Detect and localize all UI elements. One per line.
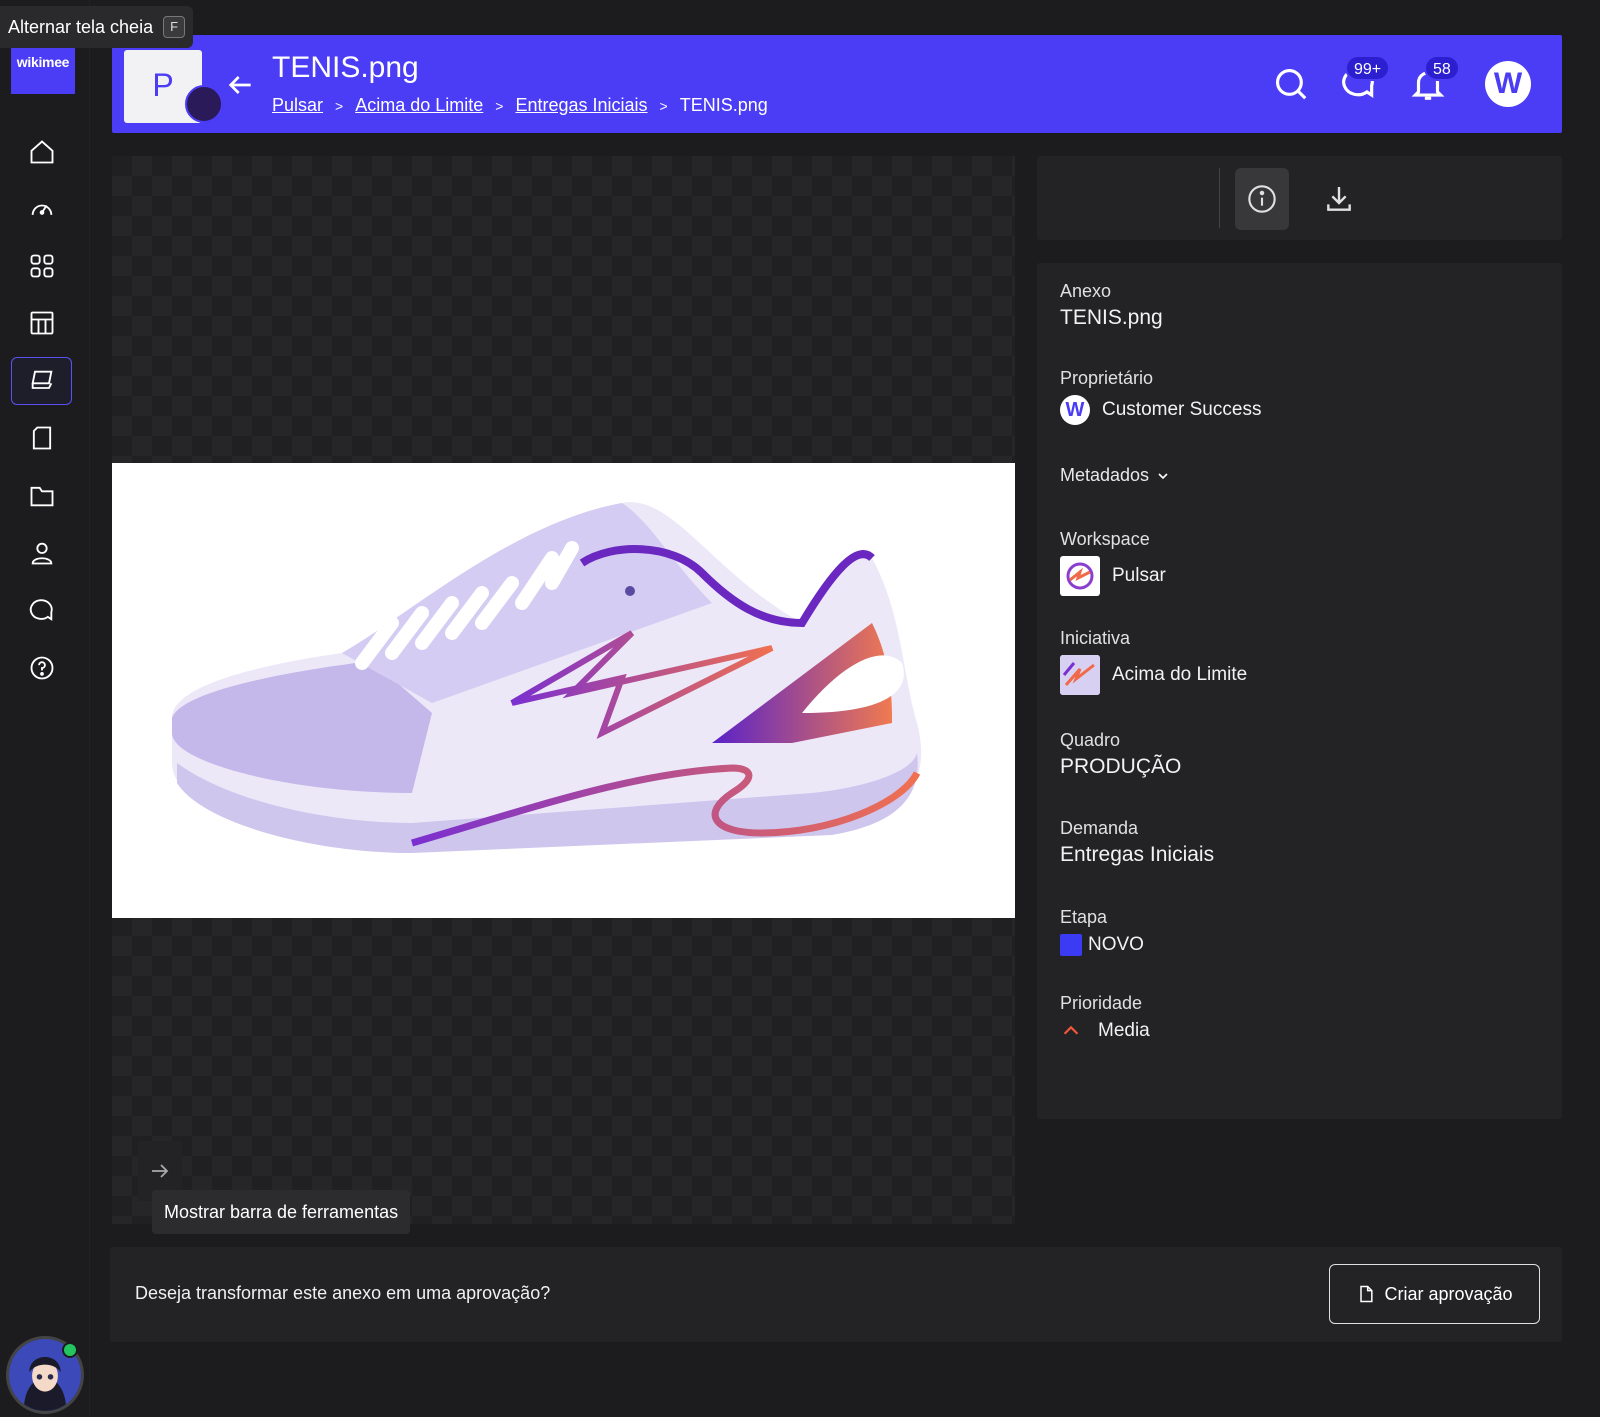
initiative-thumbnail	[1060, 655, 1100, 695]
sidebar-item-chat[interactable]	[11, 587, 72, 635]
field-label: Proprietário	[1060, 368, 1154, 388]
priority-value: Media	[1098, 1020, 1150, 1041]
sidebar-item-document[interactable]	[11, 414, 72, 462]
arrow-right-icon	[152, 1164, 169, 1178]
priority-chevron-up-icon	[1063, 1025, 1079, 1035]
breadcrumb-link-workspace[interactable]: Pulsar	[272, 95, 323, 116]
show-toolbar-tooltip: Mostrar barra de ferramentas	[152, 1190, 411, 1234]
chat-count-badge: 99+	[1345, 55, 1391, 81]
actions-divider	[1219, 168, 1220, 228]
fullscreen-tooltip-label: Alternar tela cheia	[8, 16, 154, 37]
stage-name: NOVO	[1088, 934, 1144, 955]
field-label: Workspace	[1060, 529, 1150, 549]
field-stage: Etapa NOVO	[1060, 907, 1144, 956]
layout-icon	[30, 311, 53, 335]
breadcrumb-chevron-icon: >	[659, 97, 668, 114]
organization-badge-icon	[185, 85, 223, 123]
attachment-image[interactable]	[112, 463, 1015, 918]
field-label: Quadro	[1060, 730, 1121, 750]
details-actions-bar	[1037, 156, 1562, 240]
sidebar: wikimee	[0, 0, 90, 1417]
download-icon	[1327, 187, 1351, 211]
owner-avatar: W	[1060, 395, 1090, 425]
attachment-name: TENIS.png	[1060, 306, 1163, 329]
cards-icon	[31, 370, 52, 389]
chevron-down-icon	[1158, 472, 1168, 479]
board-name: PRODUÇÃO	[1060, 755, 1182, 778]
approval-bar: Deseja transformar este anexo em uma apr…	[110, 1247, 1562, 1342]
sidebar-item-user[interactable]	[11, 529, 72, 577]
document-icon	[1360, 1285, 1374, 1303]
breadcrumb-link-demand[interactable]: Entregas Iniciais	[515, 95, 647, 116]
sidebar-item-help[interactable]	[11, 644, 72, 692]
sidebar-item-dashboard[interactable]	[11, 185, 72, 233]
demand-name: Entregas Iniciais	[1060, 843, 1215, 866]
create-approval-label: Criar aprovação	[1384, 1283, 1513, 1304]
field-label: Iniciativa	[1060, 628, 1131, 648]
field-label: Demanda	[1060, 818, 1139, 838]
breadcrumb: Pulsar > Acima do Limite > Entregas Inic…	[272, 95, 768, 116]
field-label: Anexo	[1060, 281, 1112, 301]
header-user-avatar[interactable]: W	[1485, 61, 1531, 107]
sidebar-item-folder[interactable]	[11, 472, 72, 520]
info-button[interactable]	[1235, 168, 1289, 230]
breadcrumb-chevron-icon: >	[495, 97, 504, 114]
dashboard-icon	[31, 204, 52, 215]
page-title: TENIS.png	[272, 51, 419, 84]
sidebar-item-cards[interactable]	[11, 357, 72, 405]
field-label: Prioridade	[1060, 993, 1143, 1013]
sidebar-item-home[interactable]	[11, 128, 72, 176]
owner-name[interactable]: Customer Success	[1102, 399, 1261, 421]
create-approval-button[interactable]: Criar aprovação	[1329, 1264, 1540, 1324]
fullscreen-tooltip: Alternar tela cheia F	[0, 6, 194, 48]
field-workspace: Workspace Pulsar	[1060, 529, 1166, 596]
stage-color-swatch	[1060, 934, 1082, 956]
approval-question: Deseja transformar este anexo em uma apr…	[135, 1283, 551, 1303]
breadcrumb-current: TENIS.png	[679, 95, 768, 115]
metadata-label: Metadados	[1060, 465, 1150, 485]
field-board: Quadro PRODUÇÃO	[1060, 730, 1181, 779]
chat-icon	[29, 599, 53, 621]
attachment-details-panel: Anexo TENIS.png Proprietário W Customer …	[1037, 263, 1562, 1119]
workspace-name[interactable]: Pulsar	[1112, 565, 1166, 587]
initiative-name[interactable]: Acima do Limite	[1112, 664, 1247, 686]
search-icon[interactable]	[1272, 65, 1310, 103]
online-status-dot	[62, 1342, 78, 1358]
sidebar-item-grid[interactable]	[11, 242, 72, 290]
document-icon	[32, 426, 51, 450]
field-anexo: Anexo TENIS.png	[1060, 281, 1163, 330]
field-initiative: Iniciativa Acima do Limite	[1060, 628, 1247, 695]
breadcrumb-chevron-icon: >	[335, 97, 344, 114]
metadata-toggle[interactable]: Metadados	[1060, 465, 1171, 486]
user-icon	[31, 542, 52, 565]
field-label: Etapa	[1060, 907, 1108, 927]
field-priority: Prioridade Media	[1060, 993, 1150, 1042]
notification-count-badge: 58	[1424, 55, 1460, 81]
field-metadata: Metadados	[1060, 465, 1171, 486]
fullscreen-shortcut-key: F	[163, 16, 186, 38]
field-owner: Proprietário W Customer Success	[1060, 368, 1261, 425]
brand-logo[interactable]: wikimee	[11, 48, 75, 94]
image-viewer: Mostrar barra de ferramentas	[112, 156, 1015, 1234]
workspace-logo	[1060, 556, 1100, 596]
sneaker-image	[172, 502, 922, 853]
back-arrow-icon[interactable]	[224, 69, 256, 101]
breadcrumb-link-initiative[interactable]: Acima do Limite	[355, 95, 483, 116]
home-icon	[30, 140, 53, 164]
download-button[interactable]	[1312, 168, 1366, 230]
grid-icon	[30, 254, 53, 278]
field-demand: Demanda Entregas Iniciais	[1060, 818, 1214, 867]
help-icon	[30, 656, 53, 680]
folder-icon	[30, 486, 53, 507]
info-icon	[1248, 185, 1276, 213]
sidebar-item-layout[interactable]	[11, 299, 72, 347]
page-header: P TENIS.png Pulsar > Acima do Limite > E…	[112, 35, 1562, 133]
